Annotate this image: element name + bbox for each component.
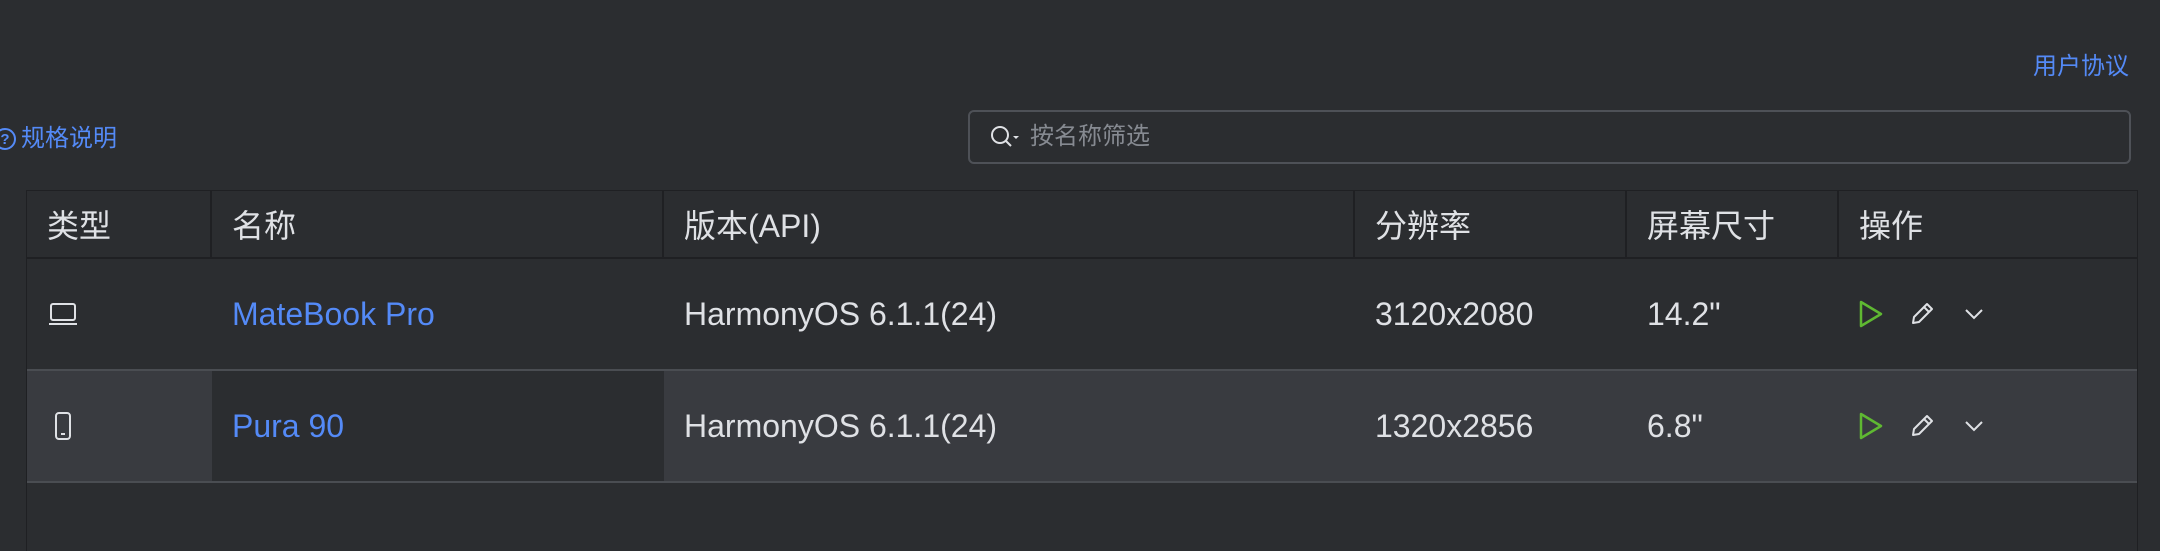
spec-help-link[interactable]: ? 规格说明 xyxy=(0,124,117,154)
header-version[interactable]: 版本(API) xyxy=(664,191,1355,257)
header-actions: 操作 xyxy=(1859,208,1924,244)
device-name-link[interactable]: Pura 90 xyxy=(232,408,344,445)
resolution-cell: 1320x2856 xyxy=(1375,407,1534,444)
help-icon: ? xyxy=(0,128,16,150)
name-cell: MateBook Pro xyxy=(212,259,664,369)
device-name-link[interactable]: MateBook Pro xyxy=(232,296,435,333)
type-cell xyxy=(27,371,212,481)
table-row[interactable]: Pura 90 HarmonyOS 6.1.1(24) 1320x2856 6.… xyxy=(27,371,2137,483)
table-header: 类型 名称 版本(API) 分辨率 屏幕尺寸 操作 xyxy=(27,191,2137,259)
resolution-cell: 3120x2080 xyxy=(1375,295,1534,332)
chevron-down-icon[interactable] xyxy=(1959,299,1989,329)
run-icon[interactable] xyxy=(1855,299,1885,329)
laptop-icon xyxy=(47,298,79,330)
header-name[interactable]: 名称 xyxy=(212,191,664,257)
actions-cell xyxy=(1839,371,2137,481)
search-input[interactable] xyxy=(1028,111,2129,163)
header-type[interactable]: 类型 xyxy=(27,191,212,257)
user-agreement-link[interactable]: 用户协议 xyxy=(2033,52,2129,82)
screen-size-cell: 6.8" xyxy=(1647,407,1703,444)
edit-icon[interactable] xyxy=(1907,411,1937,441)
search-box[interactable] xyxy=(968,110,2131,164)
actions-cell xyxy=(1839,259,2137,369)
name-cell: Pura 90 xyxy=(212,371,664,481)
phone-icon xyxy=(47,410,79,442)
chevron-down-icon[interactable] xyxy=(1959,411,1989,441)
screen-size-cell: 14.2" xyxy=(1647,295,1721,332)
device-table: 类型 名称 版本(API) 分辨率 屏幕尺寸 操作 MateBook Pro H… xyxy=(26,190,2138,551)
type-cell xyxy=(27,259,212,369)
header-resolution[interactable]: 分辨率 xyxy=(1355,191,1627,257)
table-row[interactable]: MateBook Pro HarmonyOS 6.1.1(24) 3120x20… xyxy=(27,259,2137,371)
search-icon[interactable] xyxy=(988,122,1022,152)
run-icon[interactable] xyxy=(1855,411,1885,441)
edit-icon[interactable] xyxy=(1907,299,1937,329)
version-cell: HarmonyOS 6.1.1(24) xyxy=(684,295,998,332)
spec-help-label: 规格说明 xyxy=(21,125,117,152)
version-cell: HarmonyOS 6.1.1(24) xyxy=(684,407,998,444)
header-screen-size[interactable]: 屏幕尺寸 xyxy=(1627,191,1839,257)
